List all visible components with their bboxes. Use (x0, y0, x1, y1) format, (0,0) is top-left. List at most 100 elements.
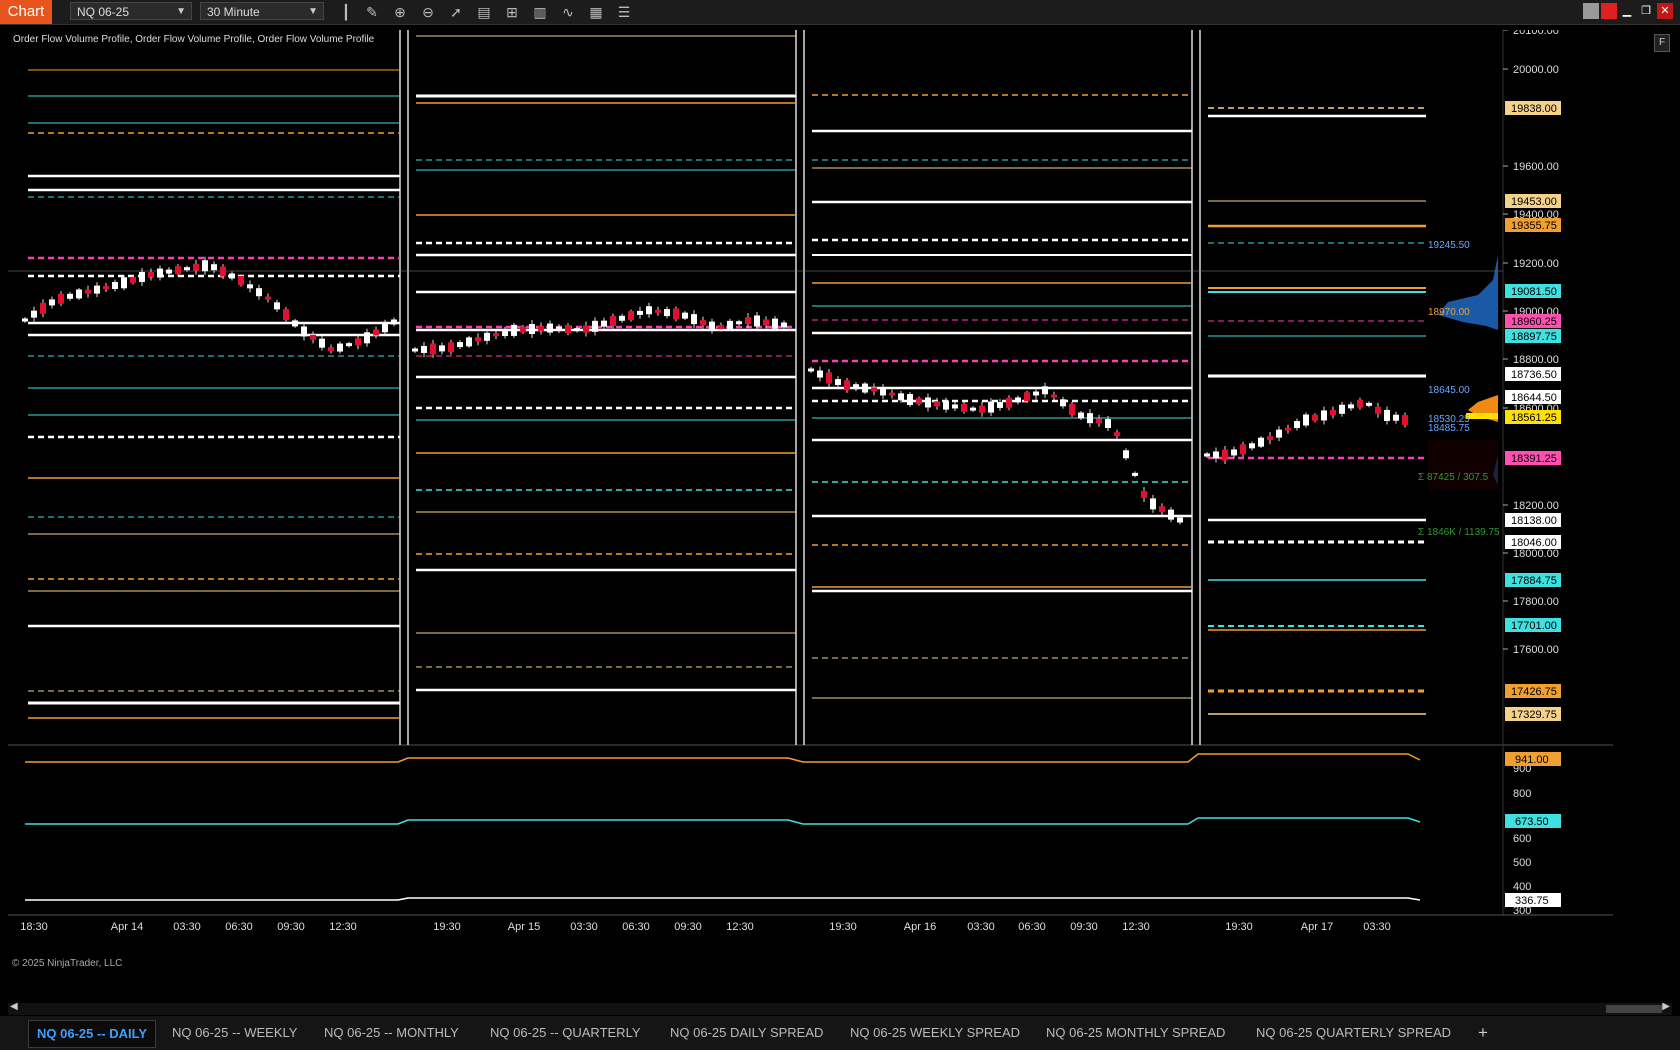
candle-body (556, 326, 562, 331)
tab-weekly[interactable]: NQ 06-25 -- WEEKLY (164, 1020, 305, 1046)
candle-body (1240, 444, 1246, 455)
tab-quarterly[interactable]: NQ 06-25 -- QUARTERLY (482, 1020, 649, 1046)
time-axis-label: 12:30 (726, 921, 754, 933)
price-badge-label: 18391.25 (1511, 453, 1557, 465)
candle-body (988, 401, 994, 413)
scrollbar-thumb[interactable] (1606, 1005, 1662, 1013)
profile-label: 19245.50 (1428, 240, 1470, 251)
price-badge-label: 17884.75 (1511, 575, 1557, 587)
candle-body (391, 319, 397, 325)
candle-body (1150, 498, 1156, 510)
candle-body (202, 260, 208, 272)
candle-body (601, 320, 607, 327)
candle-body (1114, 432, 1120, 437)
bar-type-icon[interactable]: ┃ (336, 3, 356, 21)
candle-body (493, 333, 499, 337)
zoom-out-icon[interactable]: ⊖ (418, 3, 438, 21)
candle-body (907, 394, 913, 406)
candle-body (565, 325, 571, 334)
candle-body (1033, 391, 1039, 396)
candle-body (184, 267, 190, 271)
f-button[interactable]: F (1654, 34, 1670, 52)
minimize-icon[interactable]: ▁ (1619, 3, 1635, 19)
candle-body (511, 324, 517, 336)
pin-icon[interactable] (1583, 3, 1599, 19)
tab-monthly-spread[interactable]: NQ 06-25 MONTHLY SPREAD (1038, 1020, 1233, 1046)
candle-body (1339, 404, 1345, 414)
candle-body (520, 326, 526, 333)
price-badge-label: 18138.00 (1511, 515, 1557, 527)
candle-body (817, 370, 823, 378)
candle-body (1177, 517, 1183, 523)
price-badge-label: 17329.75 (1511, 709, 1557, 721)
candle-body (337, 343, 343, 352)
lower-badge-label: 941.00 (1515, 754, 1549, 766)
tab-daily[interactable]: NQ 06-25 -- DAILY (28, 1020, 157, 1048)
candle-body (256, 288, 262, 297)
scroll-left-icon[interactable]: ◀ (10, 1001, 18, 1012)
templates-icon[interactable]: ▥ (530, 3, 550, 21)
price-badge-label: 18046.00 (1511, 537, 1557, 549)
list-icon[interactable]: ☰ (614, 3, 634, 21)
scroll-right-icon[interactable]: ▶ (1662, 1001, 1670, 1012)
candle-body (763, 319, 769, 326)
candle-body (1321, 410, 1327, 421)
add-tab-button[interactable]: + (1478, 1020, 1488, 1046)
time-axis-label: 03:30 (1363, 921, 1391, 933)
time-axis-label: 09:30 (1070, 921, 1098, 933)
candle-body (1348, 404, 1354, 409)
candle-body (139, 271, 145, 282)
price-tick-label: 17800.00 (1513, 596, 1559, 608)
price-tick-label: 18800.00 (1513, 354, 1559, 366)
candle-body (1051, 394, 1057, 398)
horizontal-scrollbar[interactable]: ◀ ▶ (8, 1001, 1672, 1015)
strategies-icon[interactable]: ∿ (558, 3, 578, 21)
candle-body (979, 405, 985, 413)
candle-body (220, 266, 226, 277)
candle-body (547, 323, 553, 333)
lower-orange-line (25, 753, 1421, 763)
price-tick-label: 17600.00 (1513, 644, 1559, 656)
instrument-selector[interactable]: NQ 06-25 ▼ (70, 2, 192, 20)
candle-body (925, 397, 931, 408)
maximize-icon[interactable]: ❐ (1638, 3, 1654, 19)
candle-body (301, 326, 307, 337)
volume-profile-poc (1466, 413, 1498, 419)
zoom-in-icon[interactable]: ⊕ (390, 3, 410, 21)
candle-body (121, 277, 127, 289)
tab-daily-spread[interactable]: NQ 06-25 DAILY SPREAD (662, 1020, 831, 1046)
tab-weekly-spread[interactable]: NQ 06-25 WEEKLY SPREAD (842, 1020, 1028, 1046)
price-badge-label: 19081.50 (1511, 286, 1557, 298)
price-badge-label: 19838.00 (1511, 103, 1557, 115)
interval-value: 30 Minute (207, 5, 260, 19)
data-box-icon[interactable]: ▤ (474, 3, 494, 21)
close-icon[interactable]: ✕ (1657, 3, 1673, 19)
candle-body (310, 334, 316, 340)
pencil-icon[interactable]: ✎ (362, 3, 382, 21)
candle-body (448, 342, 454, 353)
interval-selector[interactable]: 30 Minute ▼ (200, 2, 324, 20)
candle-body (373, 329, 379, 336)
cursor-icon[interactable]: ➚ (446, 3, 466, 21)
properties-icon[interactable]: ⊞ (502, 3, 522, 21)
time-axis-label: 19:30 (433, 921, 461, 933)
candle-body (628, 311, 634, 321)
candle-body (673, 308, 679, 320)
candle-body (1204, 453, 1210, 457)
tab-monthly[interactable]: NQ 06-25 -- MONTHLY (316, 1020, 467, 1046)
indicators-icon[interactable]: ▦ (586, 3, 606, 21)
candle-body (1375, 406, 1381, 414)
time-axis-label: 12:30 (329, 921, 357, 933)
lower-tick-label: 500 (1513, 857, 1531, 869)
candle-body (1069, 404, 1075, 416)
candle-body (826, 372, 832, 384)
candle-body (610, 315, 616, 326)
time-axis-label: 18:30 (20, 921, 48, 933)
link-icon[interactable] (1601, 3, 1617, 19)
candle-body (67, 293, 73, 299)
candle-body (157, 268, 163, 278)
tab-quarterly-spread[interactable]: NQ 06-25 QUARTERLY SPREAD (1248, 1020, 1459, 1046)
profile-label: 18485.75 (1428, 423, 1470, 434)
price-chart[interactable]: 20100.0020000.0019600.0019400.0019200.00… (8, 30, 1613, 975)
candle-body (835, 379, 841, 386)
